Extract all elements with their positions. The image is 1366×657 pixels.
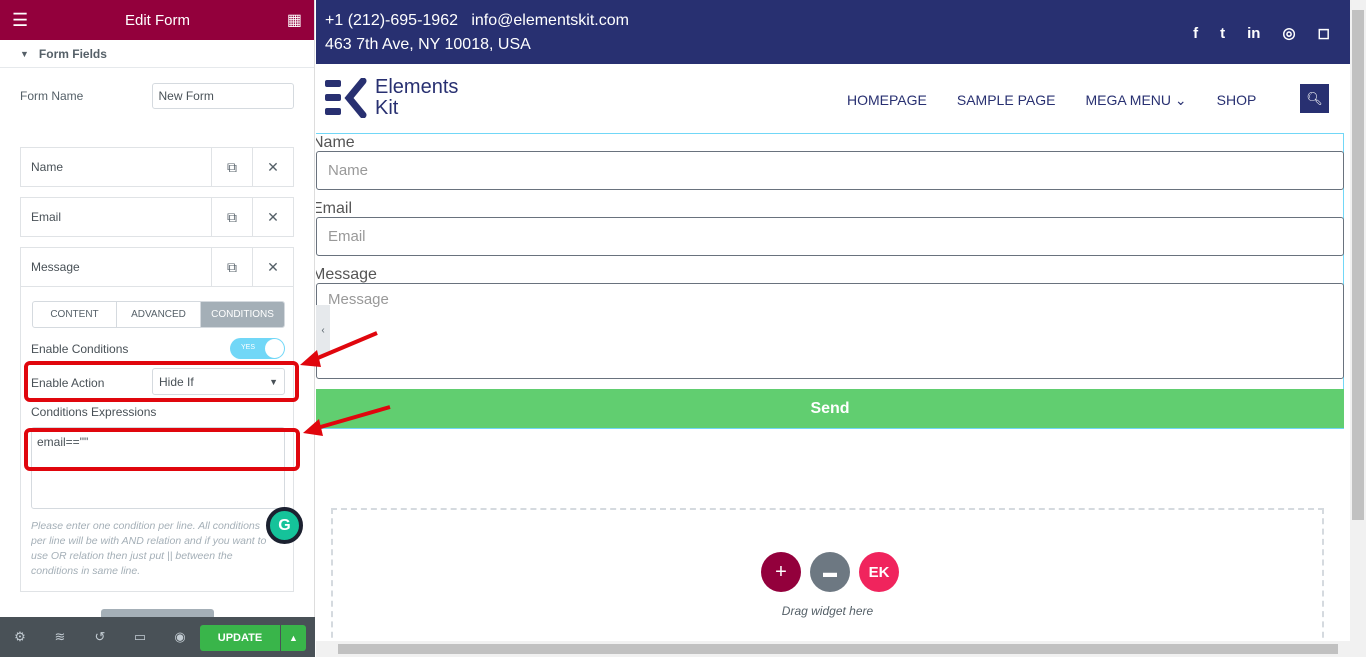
annotation-box-action (24, 361, 299, 402)
menu-shop[interactable]: SHOP (1217, 92, 1257, 109)
template-folder-button[interactable]: ▬ (810, 552, 850, 592)
settings-icon[interactable]: ⚙ (0, 629, 40, 645)
panel-footer: ⚙ ≋ ↺ ▭ ◉ UPDATE ▲ (0, 617, 315, 657)
update-button[interactable]: UPDATE (200, 625, 280, 651)
dribbble-icon[interactable]: ◎ (1282, 22, 1295, 46)
logo-text-2: Kit (375, 97, 399, 119)
grammarly-icon[interactable]: G (266, 507, 303, 544)
contact-form: Name Name Email Email Message Message Se… (316, 133, 1344, 429)
enable-conditions-label: Enable Conditions (31, 342, 129, 356)
toggle-text: YES (241, 344, 256, 351)
enable-conditions-toggle[interactable]: YES (230, 338, 285, 359)
form-name-label: Form Name (20, 89, 84, 103)
logo[interactable]: Elements Kit (325, 77, 458, 119)
field-label: Email (31, 210, 62, 224)
duplicate-icon[interactable]: ⧉ (211, 148, 252, 186)
collapsed-button[interactable] (101, 609, 214, 617)
menu-sample-page[interactable]: SAMPLE PAGE (957, 92, 1056, 109)
phone: +1 (212)-695-1962 (325, 12, 458, 29)
tab-advanced[interactable]: ADVANCED (117, 302, 201, 327)
message-label: Message (316, 266, 377, 283)
duplicate-icon[interactable]: ⧉ (211, 198, 252, 236)
editor-panel: ☰ Edit Form ▦ ▼ Form Fields Form Name New… (0, 0, 315, 657)
annotation-arrows (300, 331, 391, 436)
responsive-icon[interactable]: ▭ (120, 629, 160, 645)
update-options-button[interactable]: ▲ (281, 625, 306, 651)
navbar: Elements Kit HOMEPAGE SAMPLE PAGE MEGA ME… (316, 64, 1350, 132)
name-label: Name (316, 134, 355, 151)
elementskit-logo-icon (325, 78, 367, 118)
preview-eye-icon[interactable]: ◉ (160, 629, 200, 645)
field-item-message[interactable]: Message ⧉ ✕ (20, 247, 294, 287)
panel-title: Edit Form (125, 11, 191, 29)
field-item-email[interactable]: Email ⧉ ✕ (20, 197, 294, 237)
send-button[interactable]: Send (316, 389, 1344, 428)
add-section-button[interactable]: + (761, 552, 801, 592)
caret-down-icon: ▼ (20, 48, 29, 59)
search-icon: 🔍︎ (1306, 90, 1323, 106)
help-text: Please enter one condition per line. All… (31, 520, 267, 577)
close-icon[interactable]: ✕ (252, 148, 293, 186)
layers-icon[interactable]: ≋ (40, 629, 80, 645)
settings-tabs: CONTENT ADVANCED CONDITIONS (32, 301, 285, 328)
form-name-input[interactable]: New Form (151, 83, 294, 109)
linkedin-icon[interactable]: in (1247, 22, 1260, 46)
menu-label: MEGA MENU (1085, 92, 1172, 108)
twitter-icon[interactable]: t (1220, 22, 1225, 46)
tab-conditions[interactable]: CONDITIONS (201, 302, 284, 327)
logo-text: Elements (375, 76, 459, 98)
history-icon[interactable]: ↺ (80, 629, 120, 645)
horizontal-scrollbar[interactable] (316, 641, 1366, 657)
grid-icon[interactable]: ▦ (287, 10, 302, 30)
close-icon[interactable]: ✕ (252, 248, 293, 286)
site-preview: +1 (212)-695-1962 info@elementskit.com 4… (316, 0, 1350, 641)
field-label: Message (31, 260, 80, 274)
search-button[interactable]: 🔍︎ (1300, 84, 1329, 113)
menu-mega-menu[interactable]: MEGA MENU ⌄ (1085, 92, 1186, 109)
chevron-down-icon: ⌄ (1174, 92, 1187, 108)
instagram-icon[interactable]: ◻ (1318, 22, 1330, 46)
section-title: Form Fields (38, 46, 107, 61)
field-label: Name (31, 160, 64, 174)
vertical-scrollbar[interactable] (1350, 0, 1366, 641)
email-link[interactable]: info@elementskit.com (471, 12, 629, 29)
name-input[interactable]: Name (316, 151, 1344, 190)
drag-widget-text: Drag widget here (781, 604, 874, 618)
drop-zone: + ▬ EK Drag widget here (331, 508, 1324, 641)
top-bar: +1 (212)-695-1962 info@elementskit.com 4… (316, 0, 1350, 64)
email-label: Email (316, 200, 353, 217)
field-item-name[interactable]: Name ⧉ ✕ (20, 147, 294, 187)
close-icon[interactable]: ✕ (252, 198, 293, 236)
message-textarea[interactable]: Message (316, 283, 1344, 379)
facebook-icon[interactable]: f (1193, 22, 1198, 46)
hamburger-icon[interactable]: ☰ (12, 10, 28, 31)
menu-homepage[interactable]: HOMEPAGE (847, 92, 927, 109)
expressions-label: Conditions Expressions (31, 405, 157, 419)
panel-header: ☰ Edit Form ▦ (0, 0, 314, 40)
annotation-box-expression (24, 428, 300, 471)
duplicate-icon[interactable]: ⧉ (211, 248, 252, 286)
tab-content[interactable]: CONTENT (33, 302, 117, 327)
elementskit-button[interactable]: EK (859, 552, 899, 592)
section-form-fields[interactable]: ▼ Form Fields (0, 40, 314, 68)
email-input[interactable]: Email (316, 217, 1344, 256)
